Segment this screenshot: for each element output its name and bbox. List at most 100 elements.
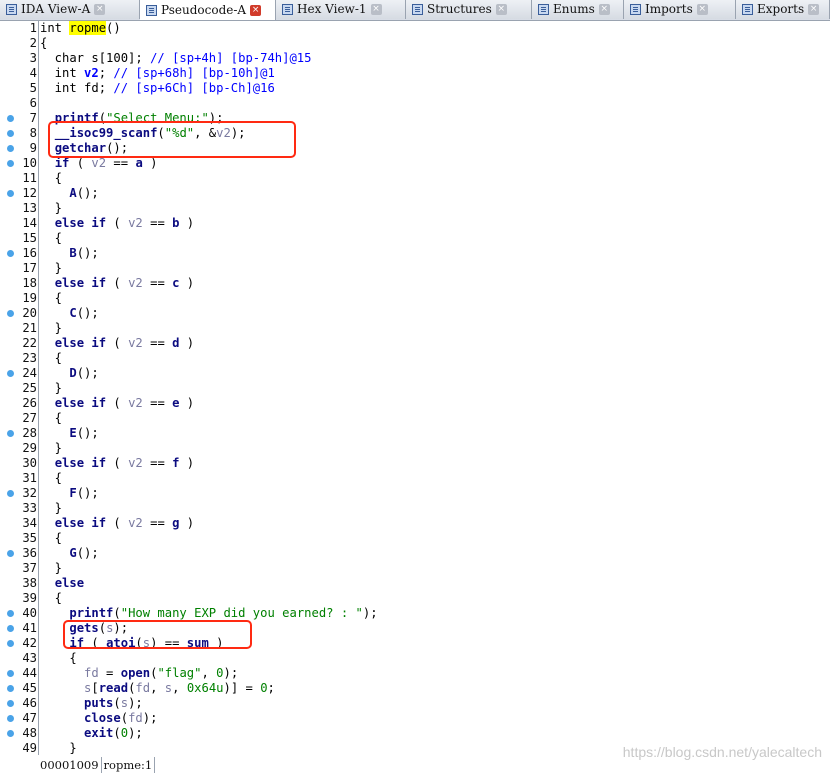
code-line[interactable]: 30 else if ( v2 == f ) [0,456,830,471]
code-token: { [40,351,63,365]
code-line[interactable]: 27 { [0,411,830,426]
close-tab-icon[interactable]: × [598,4,610,15]
breakpoint-dot-icon[interactable] [7,700,14,707]
code-line[interactable]: 24 D(); [0,366,830,381]
breakpoint-dot-icon[interactable] [7,145,14,152]
code-line[interactable]: 20 C(); [0,306,830,321]
code-line[interactable]: 39 { [0,591,830,606]
code-line[interactable]: 2{ [0,36,830,51]
code-line[interactable]: 4 int v2; // [sp+68h] [bp-10h]@1 [0,66,830,81]
line-number: 44 [22,666,37,680]
code-line[interactable]: 31 { [0,471,830,486]
breakpoint-dot-icon[interactable] [7,730,14,737]
highlight-box-gets [63,620,252,649]
breakpoint-dot-icon[interactable] [7,115,14,122]
breakpoint-dot-icon[interactable] [7,190,14,197]
breakpoint-dot-icon[interactable] [7,490,14,497]
code-line[interactable]: 16 B(); [0,246,830,261]
code-line[interactable]: 32 F(); [0,486,830,501]
code-line[interactable]: 14 else if ( v2 == b ) [0,216,830,231]
code-line[interactable]: 44 fd = open("flag", 0); [0,666,830,681]
breakpoint-dot-icon[interactable] [7,640,14,647]
breakpoint-dot-icon[interactable] [7,370,14,377]
code-line[interactable]: 15 { [0,231,830,246]
code-line[interactable]: 10 if ( v2 == a ) [0,156,830,171]
code-line[interactable]: 37 } [0,561,830,576]
close-tab-icon[interactable]: × [696,4,708,15]
tab-enums[interactable]: Enums × [532,0,624,19]
code-line[interactable]: 3 char s[100]; // [sp+4h] [bp-74h]@15 [0,51,830,66]
code-line[interactable]: 38 else [0,576,830,591]
breakpoint-dot-icon[interactable] [7,250,14,257]
breakpoint-dot-icon[interactable] [7,610,14,617]
tab-imports[interactable]: Imports × [624,0,736,19]
code-line[interactable]: 28 E(); [0,426,830,441]
code-line[interactable]: 48 exit(0); [0,726,830,741]
code-token: } [40,201,63,215]
code-line[interactable]: 46 puts(s); [0,696,830,711]
breakpoint-dot-icon[interactable] [7,715,14,722]
tab-hex-view-1[interactable]: Hex View-1 × [276,0,406,19]
code-token: ); [223,666,239,680]
breakpoint-dot-icon[interactable] [7,685,14,692]
breakpoint-dot-icon[interactable] [7,625,14,632]
close-tab-icon[interactable]: × [370,4,382,15]
code-token: D [69,366,77,380]
code-line[interactable]: 36 G(); [0,546,830,561]
code-line[interactable]: 19 { [0,291,830,306]
code-line[interactable]: 40 printf("How many EXP did you earned? … [0,606,830,621]
code-text: else if ( v2 == g ) [40,516,194,531]
code-token: v2 [128,396,143,410]
tab-structures[interactable]: Structures × [406,0,532,19]
breakpoint-dot-icon[interactable] [7,430,14,437]
tab-ida-view-a[interactable]: IDA View-A × [0,0,140,19]
tab-exports[interactable]: Exports × [736,0,830,19]
code-token: )] = [223,681,261,695]
code-line[interactable]: 34 else if ( v2 == g ) [0,516,830,531]
close-tab-icon[interactable]: × [250,4,262,16]
close-tab-icon[interactable]: × [94,4,106,15]
code-line[interactable]: 35 { [0,531,830,546]
breakpoint-dot-icon[interactable] [7,670,14,677]
code-line[interactable]: 23 { [0,351,830,366]
code-line[interactable]: 43 { [0,651,830,666]
code-line[interactable]: 13 } [0,201,830,216]
line-number: 8 [29,126,37,140]
tab-bar: IDA View-A × Pseudocode-A × Hex View-1 × Struc… [0,0,830,21]
code-line[interactable]: 25 } [0,381,830,396]
code-line[interactable]: 22 else if ( v2 == d ) [0,336,830,351]
code-token: else if [54,276,107,290]
code-token: (); [76,246,99,260]
code-line[interactable]: 47 close(fd); [0,711,830,726]
code-line[interactable]: 6 [0,96,830,111]
code-line[interactable]: 33 } [0,501,830,516]
tab-pseudocode-a[interactable]: Pseudocode-A × [140,0,276,20]
breakpoint-dot-icon[interactable] [7,310,14,317]
code-line[interactable]: 45 s[read(fd, s, 0x64u)] = 0; [0,681,830,696]
breakpoint-dot-icon[interactable] [7,160,14,167]
code-line[interactable]: 12 A(); [0,186,830,201]
tab-label: Imports [645,2,693,16]
code-line[interactable]: 1 int ropme() [0,21,830,36]
code-line[interactable]: 26 else if ( v2 == e ) [0,396,830,411]
breakpoint-dot-icon[interactable] [7,550,14,557]
code-line[interactable]: 18 else if ( v2 == c ) [0,276,830,291]
breakpoint-dot-icon[interactable] [7,130,14,137]
code-text: { [40,231,62,246]
line-number: 46 [22,696,37,710]
code-token: () [106,21,121,35]
code-token: if [54,156,70,170]
code-line[interactable]: 17 } [0,261,830,276]
code-line[interactable]: 29 } [0,441,830,456]
code-text: int v2; // [sp+68h] [bp-10h]@1 [40,66,275,81]
close-tab-icon[interactable]: × [495,4,507,15]
code-line[interactable]: 5 int fd; // [sp+6Ch] [bp-Ch]@16 [0,81,830,96]
code-text: } [40,441,62,456]
code-line[interactable]: 11 { [0,171,830,186]
code-line[interactable]: 21 } [0,321,830,336]
close-tab-icon[interactable]: × [808,4,820,15]
